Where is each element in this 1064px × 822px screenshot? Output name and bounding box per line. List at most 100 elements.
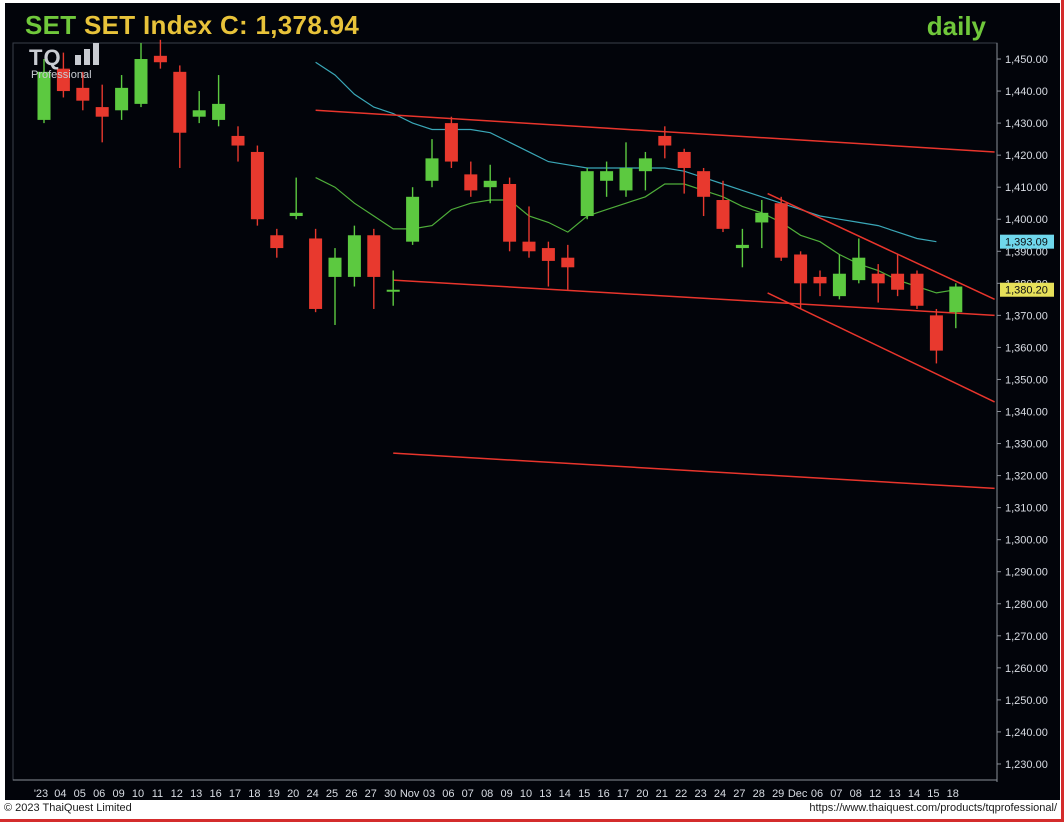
x-tick-label: 08	[850, 788, 862, 800]
x-tick-label: 30	[384, 788, 396, 800]
trendline[interactable]	[315, 109, 995, 153]
x-tick-label: 19	[268, 788, 280, 800]
x-tick-label: 03	[423, 788, 435, 800]
candle-body[interactable]	[76, 87, 90, 101]
x-tick-label: '23	[34, 788, 48, 800]
candle-body[interactable]	[929, 315, 943, 351]
y-tick-label: 1,370.00	[1005, 310, 1048, 322]
copyright-text: © 2023 ThaiQuest Limited	[4, 802, 132, 814]
candle-body[interactable]	[716, 200, 730, 229]
logo-text: TQ	[29, 45, 62, 70]
candle-body[interactable]	[949, 286, 963, 313]
candle-body[interactable]	[347, 235, 361, 277]
candle-body[interactable]	[328, 257, 342, 277]
candle-body[interactable]	[464, 174, 478, 191]
x-tick-label: 11	[152, 788, 163, 800]
x-tick-label: 14	[908, 788, 920, 800]
logo-subtext: Professional	[31, 69, 92, 81]
y-tick-label: 1,280.00	[1005, 599, 1048, 611]
x-tick-label: 15	[578, 788, 590, 800]
logo-bars-icon	[75, 43, 99, 65]
candle-body[interactable]	[619, 167, 633, 191]
close-label: C:	[219, 10, 248, 40]
candle-body[interactable]	[522, 241, 536, 252]
candle-body[interactable]	[852, 257, 866, 281]
candle-body[interactable]	[794, 254, 808, 284]
candle-body[interactable]	[503, 183, 517, 242]
candle-body[interactable]	[386, 289, 400, 292]
candle-body[interactable]	[697, 171, 711, 197]
x-tick-label: 09	[500, 788, 512, 800]
candle-body[interactable]	[212, 103, 226, 120]
price-chart[interactable]: 1,230.00 1,240.00 1,250.00 1,260.00 1,270.00…	[5, 3, 1060, 803]
y-tick-label: 1,340.00	[1005, 407, 1048, 419]
x-tick-label: 20	[287, 788, 299, 800]
candle-body[interactable]	[677, 151, 691, 168]
candle-body[interactable]	[483, 180, 497, 188]
candle-body[interactable]	[871, 273, 885, 284]
interval-label[interactable]: daily	[927, 11, 986, 42]
candle-body[interactable]	[832, 273, 846, 297]
candle-body[interactable]	[774, 203, 788, 258]
candle-body[interactable]	[561, 257, 575, 268]
candle-body[interactable]	[444, 123, 458, 162]
x-tick-label: 10	[132, 788, 144, 800]
candle-body[interactable]	[910, 273, 924, 306]
candle-body[interactable]	[638, 158, 652, 172]
y-tick-label: 1,330.00	[1005, 439, 1048, 451]
candle-body[interactable]	[755, 212, 769, 223]
x-tick-label: 21	[656, 788, 668, 800]
candle-body[interactable]	[134, 59, 148, 104]
x-tick-label: 24	[714, 788, 726, 800]
candle-body[interactable]	[813, 276, 827, 284]
y-tick-label: 1,310.00	[1005, 503, 1048, 515]
footer-url[interactable]: https://www.thaiquest.com/products/tqpro…	[809, 802, 1057, 814]
candle-body[interactable]	[270, 235, 284, 249]
candle-body[interactable]	[367, 235, 381, 277]
x-tick-label: 17	[617, 788, 629, 800]
y-tick-label: 1,320.00	[1005, 471, 1048, 483]
candle-body[interactable]	[95, 107, 109, 117]
x-tick-label: 26	[345, 788, 357, 800]
x-tick-label: 17	[229, 788, 241, 800]
x-tick-label: 06	[811, 788, 823, 800]
trendline[interactable]	[767, 192, 995, 301]
sma-long-tag: 1,393.09	[1005, 237, 1048, 249]
y-tick-label: 1,250.00	[1005, 695, 1048, 707]
x-tick-label: 06	[442, 788, 454, 800]
y-tick-label: 1,260.00	[1005, 663, 1048, 675]
x-tick-label: 16	[597, 788, 609, 800]
candle-body[interactable]	[425, 158, 439, 181]
x-tick-label: 27	[365, 788, 377, 800]
y-tick-label: 1,230.00	[1005, 759, 1048, 771]
trendline[interactable]	[393, 279, 995, 317]
candle-body[interactable]	[580, 171, 594, 217]
x-tick-label: 06	[93, 788, 105, 800]
candle-body[interactable]	[173, 71, 187, 133]
candle-body[interactable]	[406, 196, 420, 242]
x-tick-label: Nov	[400, 788, 420, 800]
candle-body[interactable]	[289, 212, 303, 217]
x-tick-label: 28	[753, 788, 765, 800]
candle-body[interactable]	[735, 244, 749, 249]
tq-logo: TQ Professional	[29, 43, 121, 85]
candle-body[interactable]	[309, 238, 323, 309]
trendline[interactable]	[393, 452, 995, 490]
candle-body[interactable]	[231, 135, 245, 146]
candle-body[interactable]	[153, 55, 167, 63]
candle-body[interactable]	[250, 151, 264, 220]
candle-body[interactable]	[658, 135, 672, 146]
candle-body[interactable]	[600, 171, 614, 181]
y-tick-label: 1,270.00	[1005, 631, 1048, 643]
y-tick-label: 1,450.00	[1005, 54, 1048, 66]
candle-body[interactable]	[192, 110, 206, 117]
x-tick-label: 18	[947, 788, 959, 800]
y-tick-label: 1,410.00	[1005, 182, 1048, 194]
close-value: 1,378.94	[255, 10, 360, 40]
candle-body[interactable]	[891, 273, 905, 290]
x-tick-label: 25	[326, 788, 338, 800]
candle-body[interactable]	[541, 248, 555, 261]
x-tick-label: 24	[306, 788, 318, 800]
x-tick-label: 27	[733, 788, 745, 800]
candle-body[interactable]	[115, 87, 129, 111]
